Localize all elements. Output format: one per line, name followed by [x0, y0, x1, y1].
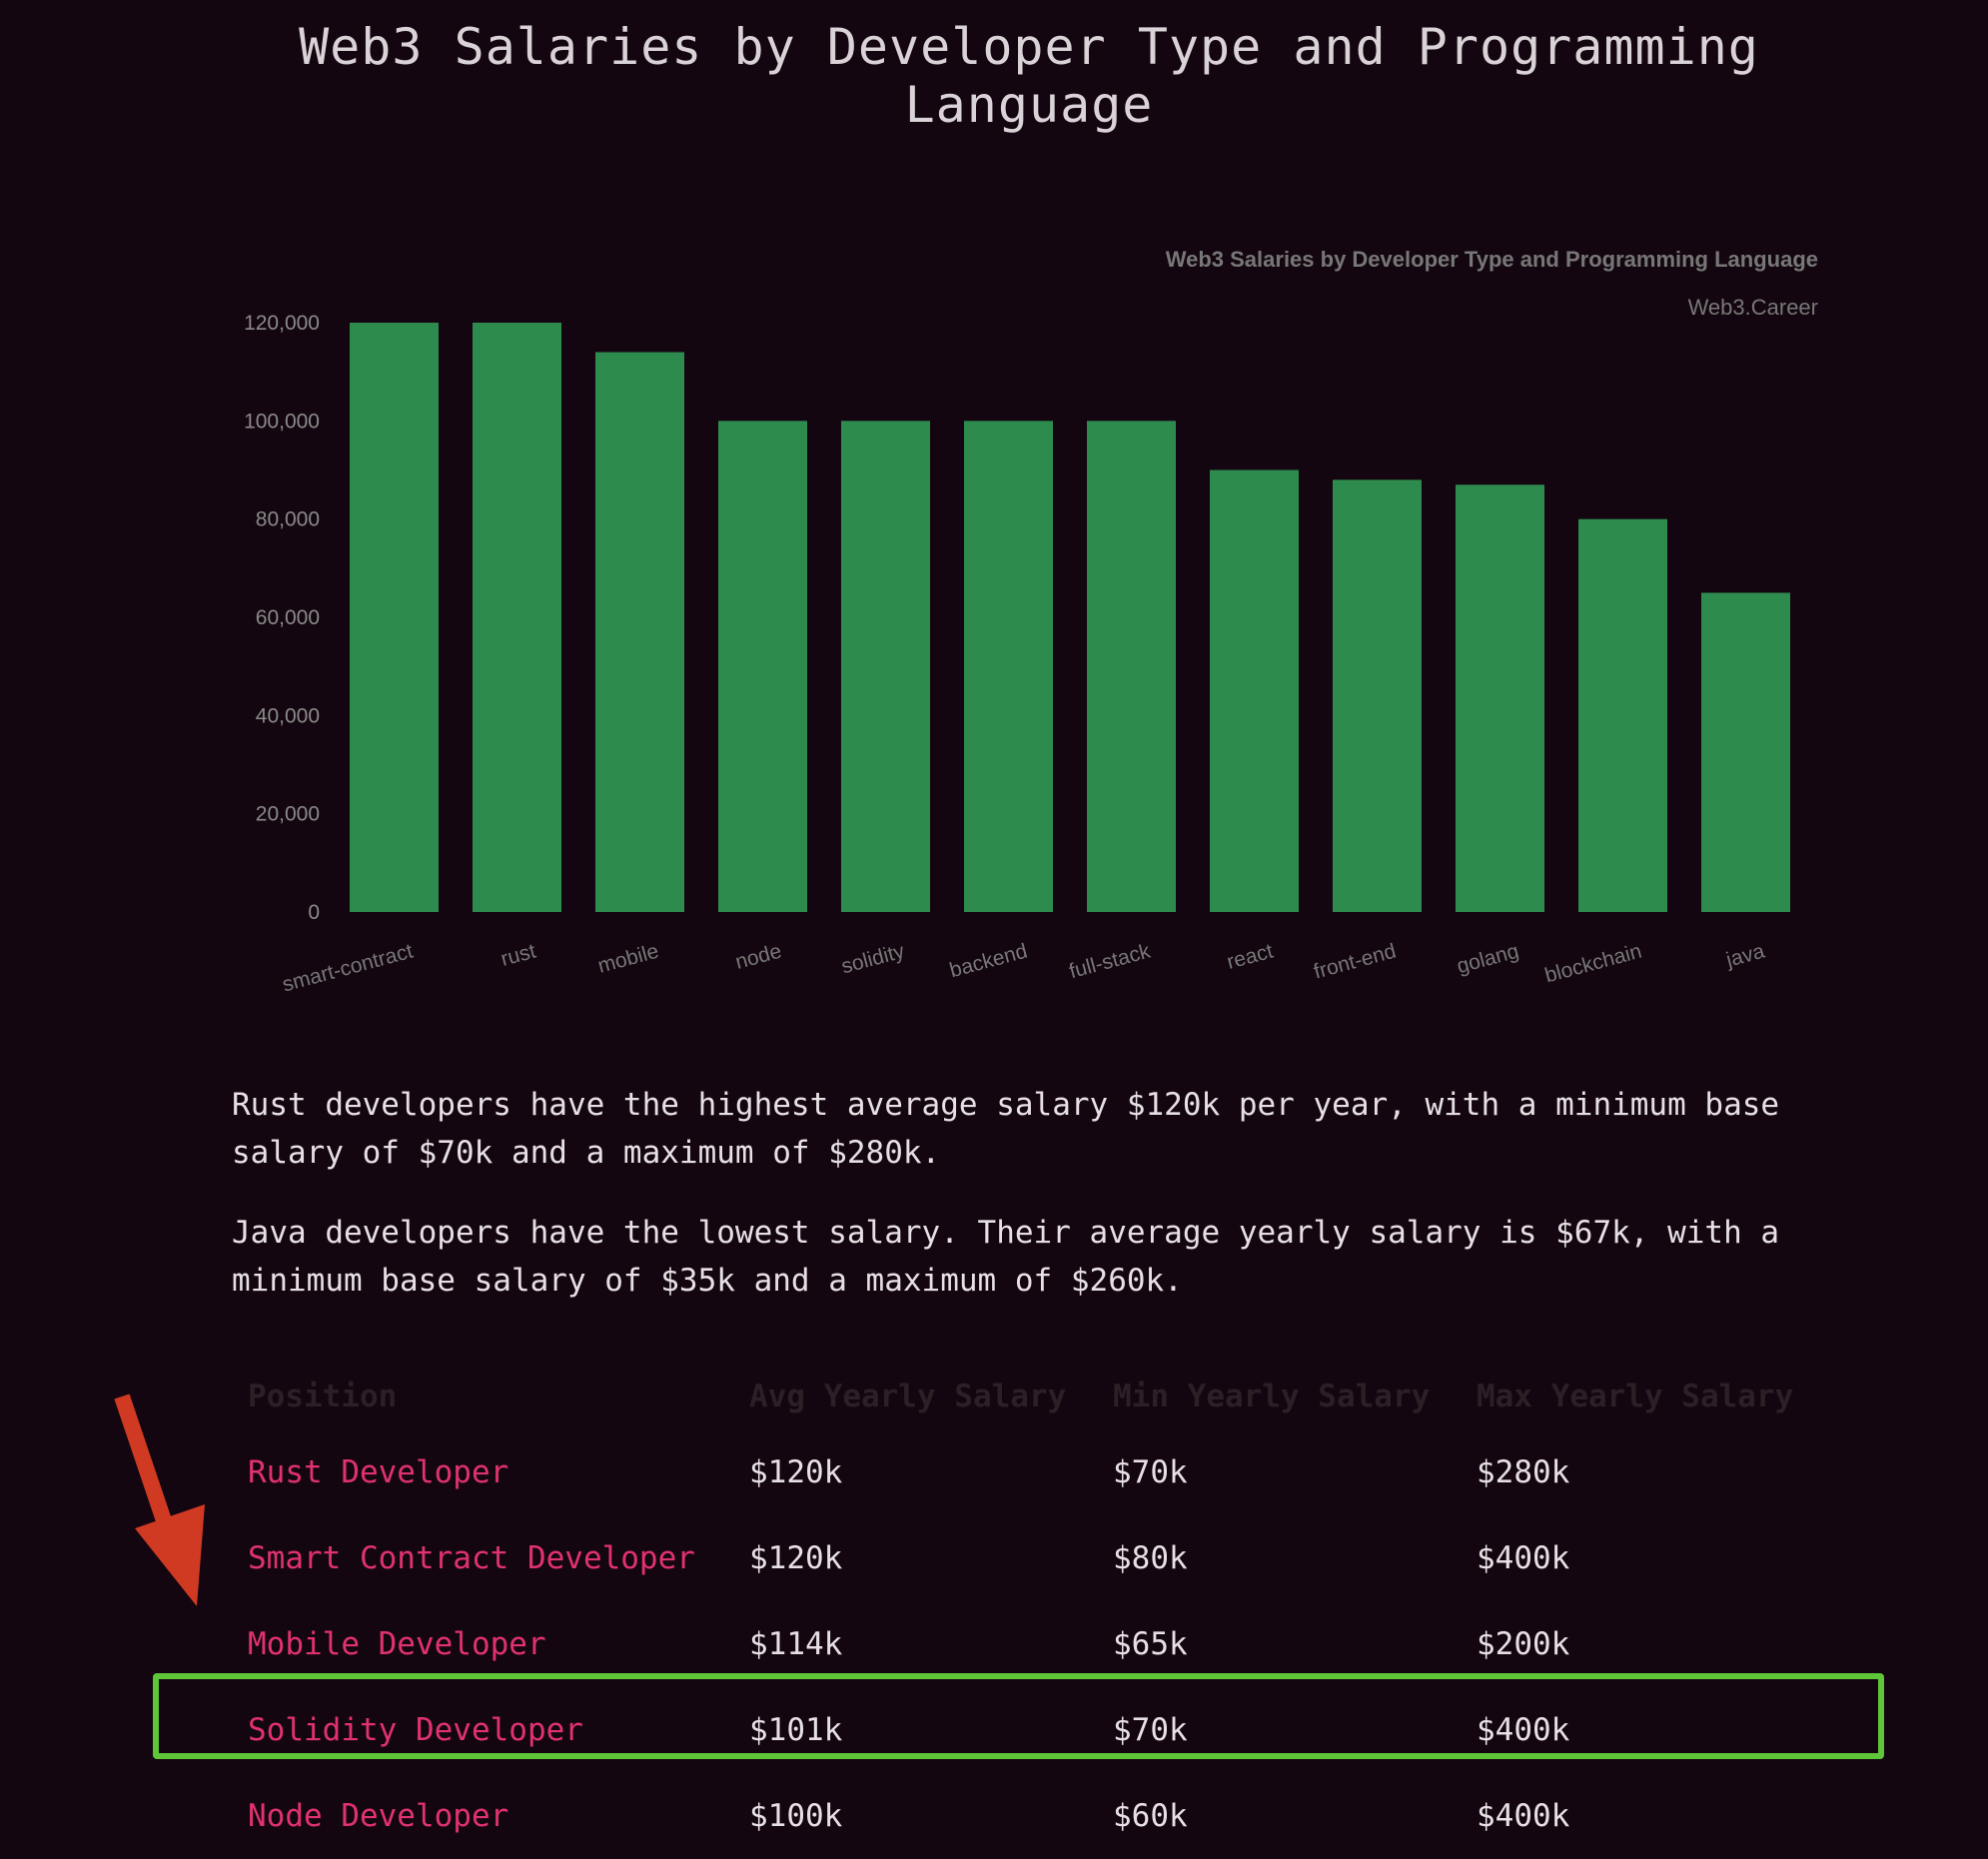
bar — [1210, 469, 1299, 912]
x-tick-label: node — [733, 940, 784, 974]
min-salary-cell: $60k — [1113, 1798, 1188, 1834]
x-tick-label: front-end — [1312, 940, 1399, 984]
java-summary-paragraph: Java developers have the lowest salary. … — [232, 1215, 1780, 1299]
x-tick-label: smart-contract — [280, 940, 416, 997]
position-link[interactable]: Smart Contract Developer — [232, 1515, 733, 1601]
bar — [350, 323, 439, 912]
header-position: Position — [248, 1379, 398, 1414]
x-tick-label: java — [1723, 940, 1767, 973]
x-tick-label: rust — [498, 940, 538, 971]
x-axis: smart-contract rust mobile node solidity back… — [280, 939, 1767, 996]
bar — [595, 352, 684, 912]
avg-salary-cell: $100k — [749, 1798, 843, 1834]
bar-chart: Web3 Salaries by Developer Type and Prog… — [244, 247, 1818, 997]
bar — [841, 421, 930, 912]
bar — [1333, 479, 1422, 912]
header-max-salary: Max Yearly Salary — [1477, 1379, 1794, 1414]
y-tick-label: 40,000 — [256, 704, 320, 727]
max-salary-cell: $400k — [1477, 1540, 1570, 1576]
x-tick-label: react — [1225, 940, 1276, 974]
bar — [718, 421, 807, 912]
avg-salary-cell: $120k — [749, 1540, 843, 1576]
x-tick-label: golang — [1455, 940, 1521, 979]
y-tick-label: 20,000 — [256, 803, 320, 826]
y-tick-label: 60,000 — [256, 606, 320, 629]
bar — [1087, 421, 1176, 912]
header-avg-salary: Avg Yearly Salary — [749, 1379, 1067, 1414]
max-salary-cell: $280k — [1477, 1454, 1570, 1490]
bar — [1456, 484, 1544, 912]
avg-salary-cell: $120k — [749, 1454, 843, 1490]
x-tick-label: solidity — [839, 939, 907, 978]
table-row: Rust Developer $120k $70k $280k — [232, 1429, 1809, 1515]
table-row: Smart Contract Developer $120k $80k $400… — [232, 1515, 1809, 1601]
y-tick-label: 0 — [308, 901, 320, 924]
table-row: Node Developer $100k $60k $400k — [232, 1773, 1809, 1859]
page-title: Web3 Salaries by Developer Type and Prog… — [299, 18, 1759, 134]
min-salary-cell: $70k — [1113, 1454, 1188, 1490]
header-min-salary: Min Yearly Salary — [1113, 1379, 1431, 1414]
highlight-box — [153, 1673, 1884, 1759]
bar — [473, 323, 561, 912]
bar — [1578, 518, 1667, 912]
salary-table: Position Avg Yearly Salary Min Yearly Sa… — [232, 1364, 1809, 1859]
bars — [350, 323, 1790, 912]
x-tick-label: blockchain — [1542, 940, 1644, 988]
x-tick-label: full-stack — [1067, 939, 1153, 983]
chart-title: Web3 Salaries by Developer Type and Prog… — [1166, 247, 1818, 272]
x-tick-label: backend — [947, 940, 1030, 983]
chart-subtitle: Web3.Career — [1688, 295, 1818, 320]
bar — [1701, 592, 1790, 912]
rust-summary-paragraph: Rust developers have the highest average… — [232, 1087, 1780, 1171]
bar — [964, 421, 1053, 912]
min-salary-cell: $80k — [1113, 1540, 1188, 1576]
y-tick-label: 100,000 — [244, 410, 320, 433]
position-link[interactable]: Rust Developer — [232, 1429, 733, 1515]
y-tick-label: 120,000 — [244, 312, 320, 335]
table-header-row: Position Avg Yearly Salary Min Yearly Sa… — [232, 1364, 1809, 1429]
x-tick-label: mobile — [595, 940, 661, 978]
position-link[interactable]: Node Developer — [232, 1773, 733, 1859]
max-salary-cell: $400k — [1477, 1798, 1570, 1834]
y-tick-label: 80,000 — [256, 508, 320, 531]
red-arrow-icon — [114, 1394, 205, 1606]
y-axis: 0 20,000 40,000 60,000 80,000 100,000 120,000 — [244, 312, 320, 924]
